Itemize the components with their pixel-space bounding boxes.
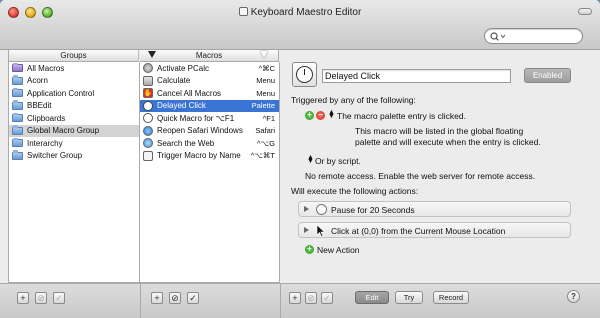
- remove-trigger-button[interactable]: −: [316, 111, 325, 120]
- triggered-label: Triggered by any of the following:: [291, 95, 416, 105]
- macro-item[interactable]: Activate PCalc ^⌘C: [140, 62, 279, 75]
- trigger-description-line2: palette and will execute when the entry …: [355, 137, 541, 147]
- search-field[interactable]: [484, 28, 583, 44]
- filter-icon[interactable]: [260, 51, 268, 58]
- enable-macro-button[interactable]: ✓: [187, 292, 199, 304]
- enabled-toggle[interactable]: Enabled: [524, 68, 571, 83]
- macro-editor: Delayed Click Enabled Triggered by any o…: [281, 50, 600, 283]
- new-action-link[interactable]: New Action: [317, 245, 360, 255]
- folder-icon: [12, 150, 23, 160]
- new-action-icon[interactable]: +: [305, 245, 314, 254]
- group-item-global-macro-group[interactable]: Global Macro Group: [9, 124, 139, 137]
- groups-column-header[interactable]: Groups: [8, 50, 139, 62]
- action-click[interactable]: Click at (0,0) from the Current Mouse Lo…: [298, 222, 571, 238]
- enable-action-button[interactable]: ✓: [321, 292, 333, 304]
- stop-icon: ✋: [143, 88, 153, 99]
- gear-icon: [143, 63, 153, 74]
- sort-descending-icon[interactable]: [148, 51, 156, 58]
- group-item-switcher-group[interactable]: Switcher Group: [9, 150, 139, 163]
- add-trigger-popup[interactable]: ▲ ▼: [307, 154, 314, 165]
- safari-icon: [143, 125, 153, 136]
- disclosure-triangle-icon[interactable]: [304, 206, 309, 212]
- mouse-cursor-icon: [316, 224, 327, 237]
- magnifier-icon: [143, 113, 153, 124]
- macro-item[interactable]: Trigger Macro by Name ^⌥⌘T: [140, 150, 279, 163]
- macro-item[interactable]: Quick Macro for ⌥F1 ^F1: [140, 112, 279, 125]
- macros-list: Activate PCalc ^⌘C Calculate Menu ✋ Canc…: [140, 62, 280, 283]
- search-icon: [490, 32, 506, 41]
- macro-item[interactable]: Search the Web ^⌥G: [140, 137, 279, 150]
- macro-item[interactable]: Reopen Safari Windows Safari: [140, 125, 279, 138]
- group-item-acorn[interactable]: Acorn: [9, 75, 139, 88]
- macro-item[interactable]: ✋ Cancel All Macros Menu: [140, 87, 279, 100]
- disable-action-button[interactable]: ⊘: [305, 292, 317, 304]
- add-macro-button[interactable]: +: [151, 292, 163, 304]
- trigger-text: The macro palette entry is clicked.: [337, 111, 466, 121]
- disclosure-triangle-icon[interactable]: [304, 227, 309, 233]
- folder-icon: [12, 87, 23, 98]
- clock-icon: [316, 204, 327, 215]
- group-item-interarchy[interactable]: Interarchy: [9, 137, 139, 150]
- add-action-button[interactable]: +: [289, 292, 301, 304]
- keyboard-maestro-icon: [238, 7, 248, 16]
- edit-button[interactable]: Edit: [355, 291, 389, 304]
- folder-icon: [12, 125, 23, 135]
- folder-icon: [12, 112, 23, 123]
- macros-bottom-bar: + ⊘ ✓: [140, 283, 280, 318]
- window-title: Keyboard Maestro Editor: [0, 7, 600, 18]
- try-button[interactable]: Try: [395, 291, 423, 304]
- globe-icon: [143, 138, 153, 149]
- folder-icon: [12, 100, 23, 110]
- editor-window: Keyboard Maestro Editor Groups Macros Al…: [0, 0, 600, 318]
- smart-folder-icon: [12, 62, 23, 73]
- macro-item-selected[interactable]: Delayed Click Palette: [140, 99, 279, 112]
- group-item-bbedit[interactable]: BBEdit: [9, 100, 139, 113]
- groups-bottom-bar: + ⊘ ✓: [0, 283, 140, 318]
- keyboard-maestro-icon: [143, 150, 153, 161]
- add-group-button[interactable]: +: [17, 292, 29, 304]
- trigger-description-line1: This macro will be listed in the global …: [355, 126, 524, 136]
- enable-group-button[interactable]: ✓: [53, 292, 65, 304]
- remote-access-text: No remote access. Enable the web server …: [305, 171, 536, 181]
- macros-column-header[interactable]: Macros: [140, 50, 279, 62]
- toolbar-toggle-button[interactable]: [578, 8, 592, 15]
- macro-item[interactable]: Calculate Menu: [140, 75, 279, 88]
- macro-icon-well[interactable]: [292, 62, 317, 87]
- group-item-all-macros[interactable]: All Macros: [9, 62, 139, 75]
- action-pause[interactable]: Pause for 20 Seconds: [298, 201, 571, 217]
- macro-name-field[interactable]: Delayed Click: [322, 69, 511, 83]
- group-item-clipboards[interactable]: Clipboards: [9, 112, 139, 125]
- disable-group-button[interactable]: ⊘: [35, 292, 47, 304]
- disable-macro-button[interactable]: ⊘: [169, 292, 181, 304]
- will-execute-label: Will execute the following actions:: [291, 186, 419, 196]
- folder-icon: [12, 137, 23, 148]
- clock-icon: [143, 100, 153, 111]
- calculator-icon: [143, 75, 153, 86]
- folder-icon: [12, 75, 23, 85]
- trigger-type-popup[interactable]: ▲ ▼: [328, 109, 335, 120]
- record-button[interactable]: Record: [433, 291, 469, 304]
- help-button[interactable]: ?: [567, 290, 580, 303]
- groups-list: All Macros Acorn Application Control BBE…: [8, 62, 140, 283]
- or-by-script-text: Or by script.: [315, 156, 361, 166]
- editor-bottom-bar: + ⊘ ✓ Edit Try Record ?: [280, 283, 600, 318]
- clock-icon: [296, 66, 313, 83]
- title-bar: Keyboard Maestro Editor: [0, 0, 600, 50]
- group-item-application-control[interactable]: Application Control: [9, 87, 139, 100]
- add-trigger-button[interactable]: +: [305, 111, 314, 120]
